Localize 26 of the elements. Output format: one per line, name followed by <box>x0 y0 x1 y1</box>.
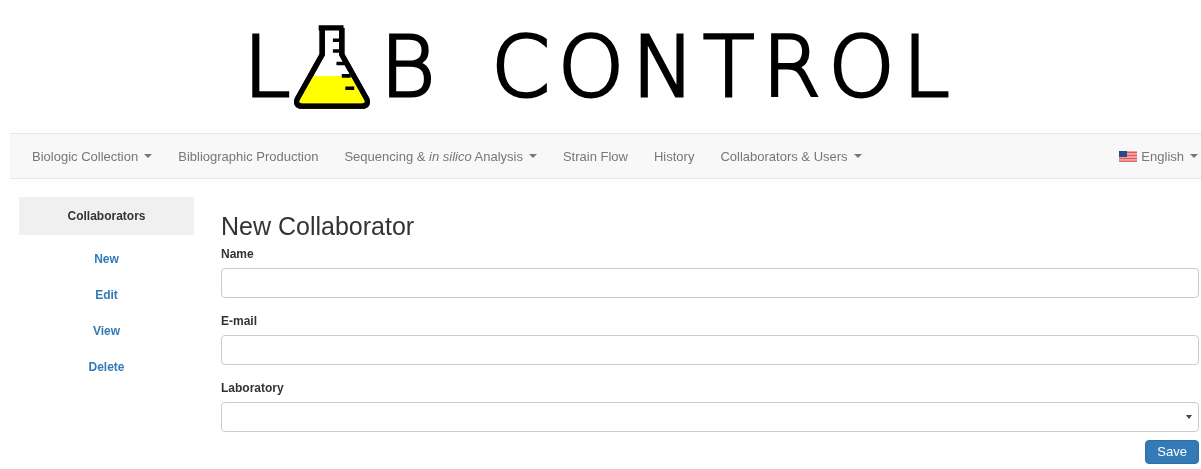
nav-menu-item[interactable]: Sequencing & in silico Analysis <box>331 148 550 164</box>
flag-icon <box>1119 150 1138 162</box>
field-label: Laboratory <box>221 381 284 395</box>
input-field[interactable] <box>221 335 1199 365</box>
nav-menu-item[interactable]: History <box>641 148 708 164</box>
caret-icon <box>1186 415 1192 419</box>
nav-menu-item[interactable]: Collaborators & Users <box>707 148 875 164</box>
language-menu[interactable]: English <box>1106 148 1198 164</box>
select-field[interactable] <box>221 402 1199 432</box>
logo-letter: B <box>380 24 442 109</box>
nav-menu-item[interactable]: Bibliographic Production <box>165 148 332 164</box>
logo-word: CONTROL <box>491 24 958 109</box>
nav-menu-item[interactable]: Biologic Collection <box>19 148 166 164</box>
save-button[interactable]: Save <box>1145 440 1199 464</box>
field-label: Name <box>221 247 254 261</box>
sidebar-link[interactable]: View <box>92 320 121 343</box>
sidebar-link[interactable]: Delete <box>88 356 125 379</box>
sidebar-header: Collaborators <box>19 197 194 235</box>
input-field[interactable] <box>221 268 1199 298</box>
page-title: New Collaborator <box>221 212 416 241</box>
sidebar-link[interactable]: New <box>94 248 119 271</box>
nav-menu-item[interactable]: Strain Flow <box>549 148 641 164</box>
flask-icon <box>292 23 373 110</box>
sidebar-link[interactable]: Edit <box>95 284 118 307</box>
field-label: E-mail <box>221 314 257 328</box>
logo-letter: L <box>243 24 297 109</box>
